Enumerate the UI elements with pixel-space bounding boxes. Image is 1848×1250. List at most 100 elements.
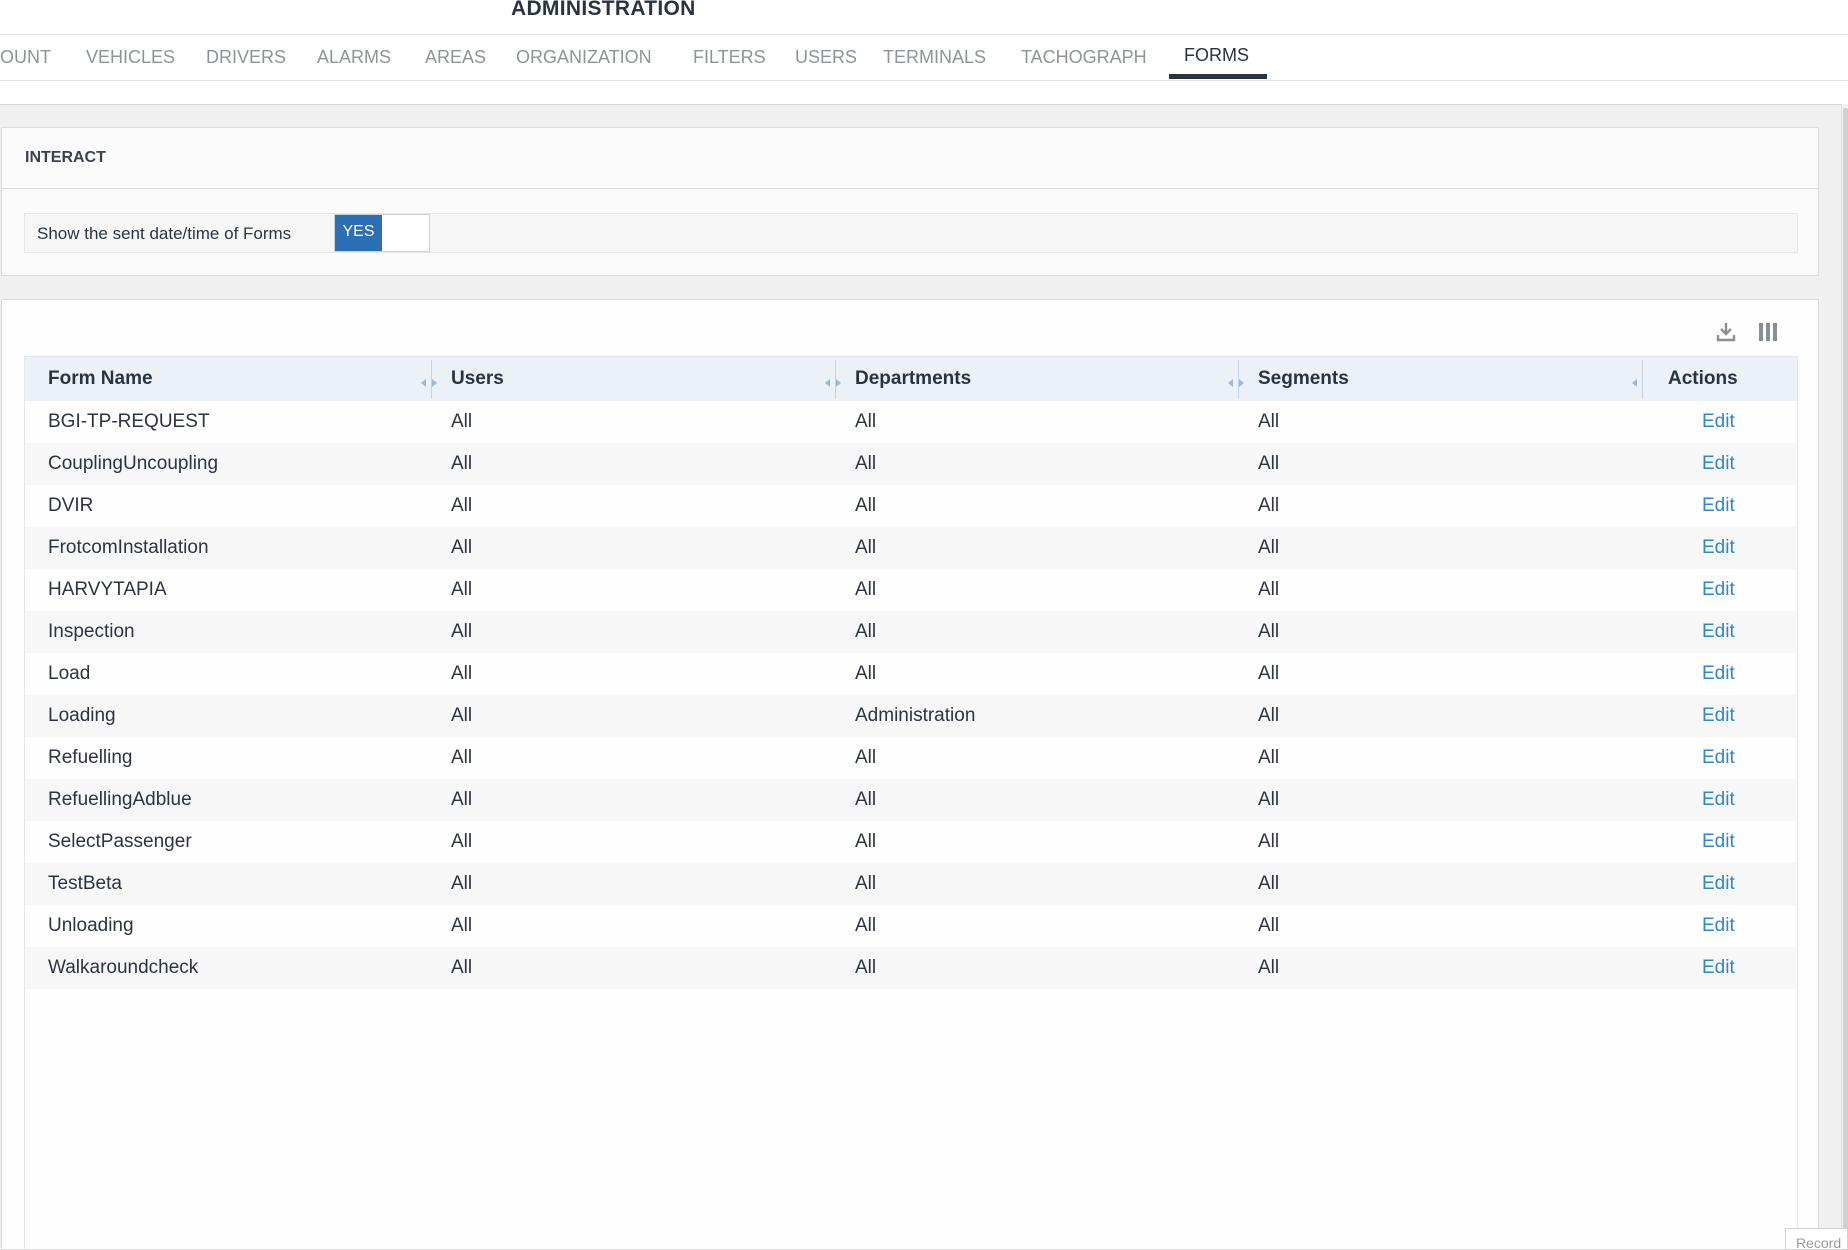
users-cell: All	[451, 411, 473, 432]
form-name-cell: Unloading	[48, 915, 134, 936]
departments-cell: All	[855, 957, 877, 978]
edit-link[interactable]: Edit	[1702, 779, 1735, 821]
sent-datetime-toggle[interactable]: YES	[334, 214, 430, 252]
table-row: Load All All All Edit	[25, 653, 1797, 695]
column-resize-handle[interactable]	[420, 375, 438, 387]
edit-link[interactable]: Edit	[1702, 737, 1735, 779]
page-scrollbar[interactable]	[1841, 104, 1848, 1250]
users-cell: All	[451, 621, 473, 642]
forms-table: Form Name Users Departments Segments Act…	[24, 356, 1798, 1250]
users-cell: All	[451, 453, 473, 474]
departments-cell: All	[855, 453, 877, 474]
segments-cell: All	[1258, 873, 1280, 894]
form-name-cell: Walkaroundcheck	[48, 957, 199, 978]
segments-cell: All	[1258, 831, 1280, 852]
forms-panel: Form Name Users Departments Segments Act…	[1, 299, 1819, 1250]
column-resize-handle[interactable]	[824, 375, 842, 387]
interact-panel-header: INTERACT	[2, 128, 1818, 189]
tab-users[interactable]: USERS	[795, 35, 857, 80]
table-row: RefuellingAdblue All All All Edit	[25, 779, 1797, 821]
edit-link[interactable]: Edit	[1702, 401, 1735, 443]
departments-cell: All	[855, 789, 877, 810]
users-cell: All	[451, 873, 473, 894]
tab-vehicles[interactable]: VEHICLES	[86, 35, 175, 80]
tab-areas[interactable]: AREAS	[425, 35, 486, 80]
segments-cell: All	[1258, 495, 1280, 516]
tab-drivers[interactable]: DRIVERS	[206, 35, 286, 80]
col-header-users[interactable]: Users	[451, 357, 504, 402]
col-header-segments[interactable]: Segments	[1258, 357, 1349, 402]
column-separator	[1642, 360, 1643, 399]
table-row: Loading All Administration All Edit	[25, 695, 1797, 737]
segments-cell: All	[1258, 453, 1280, 474]
table-row: Unloading All All All Edit	[25, 905, 1797, 947]
users-cell: All	[451, 957, 473, 978]
col-header-departments[interactable]: Departments	[855, 357, 971, 402]
users-cell: All	[451, 831, 473, 852]
form-name-cell: TestBeta	[48, 873, 122, 894]
table-header: Form Name Users Departments Segments Act…	[25, 356, 1797, 401]
table-row: Refuelling All All All Edit	[25, 737, 1797, 779]
tab-alarms[interactable]: ALARMS	[317, 35, 391, 80]
edit-link[interactable]: Edit	[1702, 527, 1735, 569]
departments-cell: All	[855, 915, 877, 936]
edit-link[interactable]: Edit	[1702, 695, 1735, 737]
table-row: Inspection All All All Edit	[25, 611, 1797, 653]
record-widget[interactable]: Record	[1785, 1228, 1848, 1250]
table-row: BGI-TP-REQUEST All All All Edit	[25, 401, 1797, 443]
departments-cell: All	[855, 621, 877, 642]
tab-terminals[interactable]: TERMINALS	[883, 35, 986, 80]
users-cell: All	[451, 537, 473, 558]
form-name-cell: CouplingUncoupling	[48, 453, 219, 474]
table-row: Walkaroundcheck All All All Edit	[25, 947, 1797, 989]
edit-link[interactable]: Edit	[1702, 569, 1735, 611]
scrollbar-thumb[interactable]	[1843, 108, 1848, 1248]
edit-link[interactable]: Edit	[1702, 443, 1735, 485]
users-cell: All	[451, 705, 473, 726]
toggle-yes-state: YES	[335, 215, 382, 251]
download-icon[interactable]	[1714, 320, 1738, 344]
departments-cell: All	[855, 831, 877, 852]
column-resize-handle[interactable]	[1631, 375, 1649, 387]
segments-cell: All	[1258, 747, 1280, 768]
segments-cell: All	[1258, 915, 1280, 936]
table-row: CouplingUncoupling All All All Edit	[25, 443, 1797, 485]
users-cell: All	[451, 495, 473, 516]
edit-link[interactable]: Edit	[1702, 905, 1735, 947]
tab-account[interactable]: OUNT	[0, 35, 51, 80]
form-name-cell: Inspection	[48, 621, 135, 642]
tab-forms[interactable]: FORMS	[1184, 33, 1249, 78]
tab-organization[interactable]: ORGANIZATION	[516, 35, 652, 80]
departments-cell: All	[855, 537, 877, 558]
column-resize-handle[interactable]	[1227, 375, 1245, 387]
column-separator	[835, 360, 836, 399]
tab-filters[interactable]: FILTERS	[693, 35, 766, 80]
column-separator	[431, 360, 432, 399]
segments-cell: All	[1258, 411, 1280, 432]
admin-tabs: OUNT VEHICLES DRIVERS ALARMS AREAS ORGAN…	[0, 35, 1848, 80]
table-row: DVIR All All All Edit	[25, 485, 1797, 527]
departments-cell: Administration	[855, 705, 976, 726]
segments-cell: All	[1258, 579, 1280, 600]
column-separator	[1238, 360, 1239, 399]
edit-link[interactable]: Edit	[1702, 485, 1735, 527]
users-cell: All	[451, 915, 473, 936]
sent-datetime-setting: Show the sent date/time of Forms YES	[24, 213, 1798, 253]
edit-link[interactable]: Edit	[1702, 821, 1735, 863]
departments-cell: All	[855, 747, 877, 768]
edit-link[interactable]: Edit	[1702, 947, 1735, 989]
edit-link[interactable]: Edit	[1702, 863, 1735, 905]
col-header-actions: Actions	[1668, 368, 1738, 389]
table-row: SelectPassenger All All All Edit	[25, 821, 1797, 863]
users-cell: All	[451, 579, 473, 600]
sent-datetime-label: Show the sent date/time of Forms	[37, 224, 292, 243]
edit-link[interactable]: Edit	[1702, 653, 1735, 695]
columns-icon[interactable]	[1756, 320, 1780, 344]
departments-cell: All	[855, 663, 877, 684]
col-header-form-name[interactable]: Form Name	[48, 357, 153, 402]
edit-link[interactable]: Edit	[1702, 611, 1735, 653]
table-row: HARVYTAPIA All All All Edit	[25, 569, 1797, 611]
form-name-cell: BGI-TP-REQUEST	[48, 411, 210, 432]
tab-tachograph[interactable]: TACHOGRAPH	[1021, 35, 1147, 80]
segments-cell: All	[1258, 537, 1280, 558]
